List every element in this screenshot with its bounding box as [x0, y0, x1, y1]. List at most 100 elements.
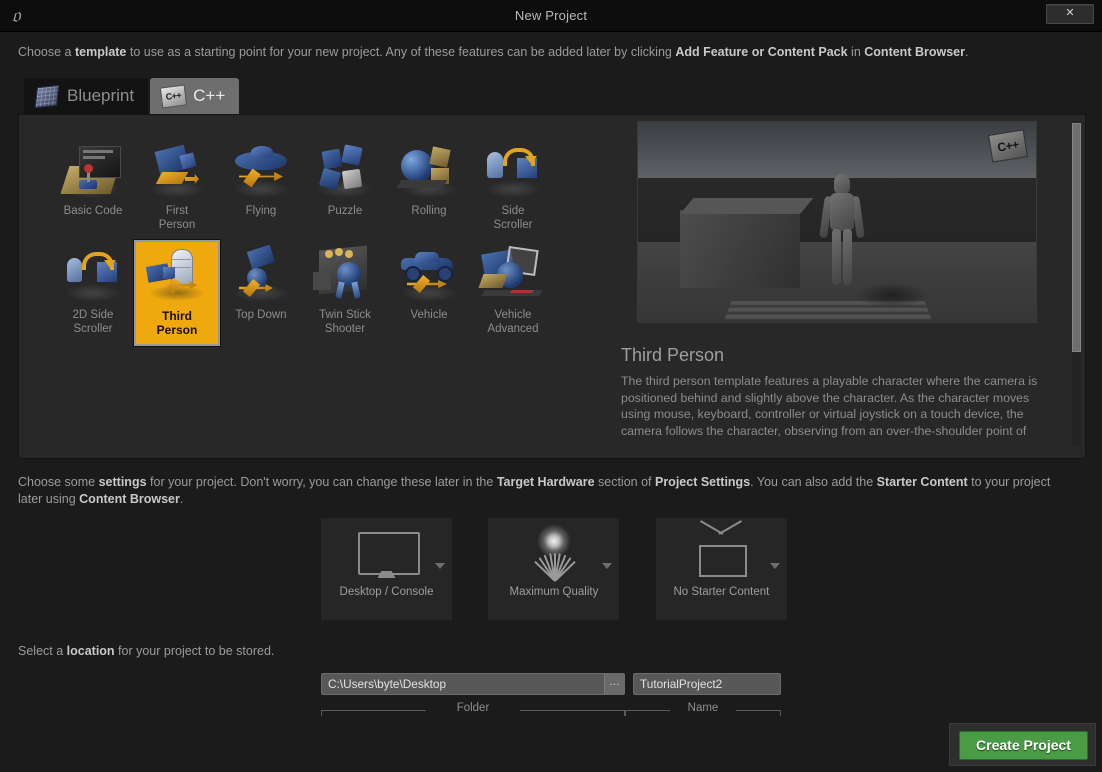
name-caption-label: Name [680, 702, 726, 714]
puzzle-icon [309, 140, 381, 202]
location-bold-location: location [66, 644, 115, 658]
settings-intro-bold-starter-content: Starter Content [876, 475, 968, 489]
template-label: 2D Side Scroller [72, 309, 114, 335]
graphics-quality-dropdown[interactable]: Maximum Quality [488, 518, 620, 620]
basic-code-icon [57, 140, 129, 202]
settings-intro-part-6: . [179, 492, 184, 506]
template-tile-twin-stick-shooter[interactable]: Twin Stick Shooter [303, 241, 387, 345]
template-tile-2d-side-scroller[interactable]: 2D Side Scroller [51, 241, 135, 345]
template-tile-basic-code[interactable]: Basic Code [51, 137, 135, 241]
name-caption: Name [625, 702, 781, 716]
template-label: Flying [245, 205, 277, 217]
intro-part-3: in [847, 45, 865, 59]
preview-description: The third person template features a pla… [621, 374, 1045, 441]
window-title: New Project [514, 8, 588, 23]
folder-path-input[interactable]: C:\Users\byte\Desktop … [321, 673, 625, 695]
settings-intro-bold-project-settings: Project Settings [654, 475, 751, 489]
template-grid: Basic Code First Person Flying Puzzle Ro… [19, 115, 584, 456]
tab-cpp-label: C++ [193, 86, 226, 105]
tab-blueprint-label: Blueprint [67, 86, 135, 105]
template-label: Basic Code [63, 205, 123, 217]
template-preview: C++ Third Person The third person templa… [611, 121, 1063, 451]
template-tile-flying[interactable]: Flying [219, 137, 303, 241]
project-name-value: TutorialProject2 [640, 677, 723, 691]
mannequin-character [819, 174, 928, 308]
cpp-badge-icon: C++ [988, 129, 1028, 163]
target-hardware-dropdown[interactable]: Desktop / Console [321, 518, 452, 620]
2d-side-scroller-icon [57, 244, 129, 306]
template-tile-vehicle-advanced[interactable]: Vehicle Advanced [471, 241, 555, 345]
template-tile-puzzle[interactable]: Puzzle [303, 137, 387, 241]
flying-icon [225, 140, 297, 202]
starter-content-label: No Starter Content [673, 586, 770, 598]
side-scroller-icon [477, 140, 549, 202]
template-label: Side Scroller [493, 205, 533, 231]
template-tile-third-person[interactable]: Third Person [134, 240, 220, 346]
chevron-down-icon[interactable] [769, 563, 780, 569]
third-person-icon [141, 245, 213, 307]
preview-scrollbar-thumb[interactable] [1072, 123, 1081, 352]
template-label: Vehicle [410, 309, 448, 321]
top-down-icon [225, 244, 297, 306]
settings-row: Desktop / Console Maximum Quality No Sta… [321, 518, 787, 620]
template-label: Vehicle Advanced [487, 309, 539, 335]
target-hardware-label: Desktop / Console [339, 586, 434, 598]
house-icon [656, 518, 787, 586]
settings-intro-part-1: Choose some [18, 475, 99, 489]
close-icon[interactable]: ✕ [1046, 4, 1094, 24]
template-intro-text: Choose a template to use as a starting p… [18, 44, 1088, 61]
starter-content-dropdown[interactable]: No Starter Content [655, 518, 787, 620]
preview-image: C++ [637, 121, 1037, 323]
preview-scrollbar[interactable] [1072, 121, 1081, 446]
template-label: Rolling [411, 205, 447, 217]
intro-bold-content-browser: Content Browser [864, 45, 965, 59]
settings-intro-part-2: for your project. Don't worry, you can c… [146, 475, 497, 489]
project-type-tabs: Blueprint C++ C++ [24, 78, 240, 114]
tab-cpp[interactable]: C++ C++ [150, 78, 240, 114]
preview-title: Third Person [621, 345, 725, 365]
path-captions: Folder Name [321, 698, 781, 716]
cpp-icon-text: C++ [159, 84, 188, 109]
template-panel: Basic Code First Person Flying Puzzle Ro… [18, 114, 1086, 459]
chevron-down-icon[interactable] [435, 563, 445, 569]
settings-intro-part-3: section of [594, 475, 655, 489]
template-tile-top-down[interactable]: Top Down [219, 241, 303, 345]
project-name-input[interactable]: TutorialProject2 [633, 673, 781, 695]
template-label: Third Person [156, 309, 198, 337]
intro-bold-template: template [74, 45, 127, 59]
cpp-icon: C++ [159, 84, 188, 109]
intro-bold-add-feature: Add Feature or Content Pack [675, 45, 848, 59]
tab-blueprint[interactable]: Blueprint [24, 78, 149, 114]
folder-caption: Folder [321, 702, 625, 716]
settings-intro-part-4: . You can also add the [750, 475, 877, 489]
first-person-icon [141, 140, 213, 202]
blueprint-icon [34, 84, 60, 109]
new-project-dialog: 𝔬 New Project ✕ Choose a template to use… [0, 0, 1102, 772]
settings-intro-bold-content-browser: Content Browser [79, 492, 180, 506]
create-project-bar: Create Project [949, 723, 1096, 766]
template-tile-first-person[interactable]: First Person [135, 137, 219, 241]
location-part-2: for your project to be stored. [114, 644, 275, 658]
location-intro-text: Select a location for your project to be… [18, 644, 274, 658]
intro-part-2: to use as a starting point for your new … [126, 45, 676, 59]
location-part-1: Select a [18, 644, 67, 658]
settings-intro-text: Choose some settings for your project. D… [18, 474, 1078, 508]
monitor-icon [321, 518, 452, 586]
template-tile-vehicle[interactable]: Vehicle [387, 241, 471, 345]
intro-part-4: . [964, 45, 969, 59]
chevron-down-icon[interactable] [602, 563, 613, 569]
intro-part-1: Choose a [18, 45, 75, 59]
template-label: Puzzle [327, 205, 363, 217]
template-label: First Person [158, 205, 196, 231]
graphics-quality-label: Maximum Quality [509, 586, 599, 598]
create-project-button[interactable]: Create Project [959, 731, 1088, 760]
vehicle-advanced-icon [477, 244, 549, 306]
settings-intro-bold-settings: settings [98, 475, 147, 489]
folder-path-value: C:\Users\byte\Desktop [328, 677, 447, 691]
template-tile-rolling[interactable]: Rolling [387, 137, 471, 241]
browse-folder-button[interactable]: … [604, 674, 624, 694]
vehicle-icon [393, 244, 465, 306]
template-tile-side-scroller[interactable]: Side Scroller [471, 137, 555, 241]
template-label: Top Down [235, 309, 287, 321]
quality-grass-sun-icon [488, 518, 619, 586]
